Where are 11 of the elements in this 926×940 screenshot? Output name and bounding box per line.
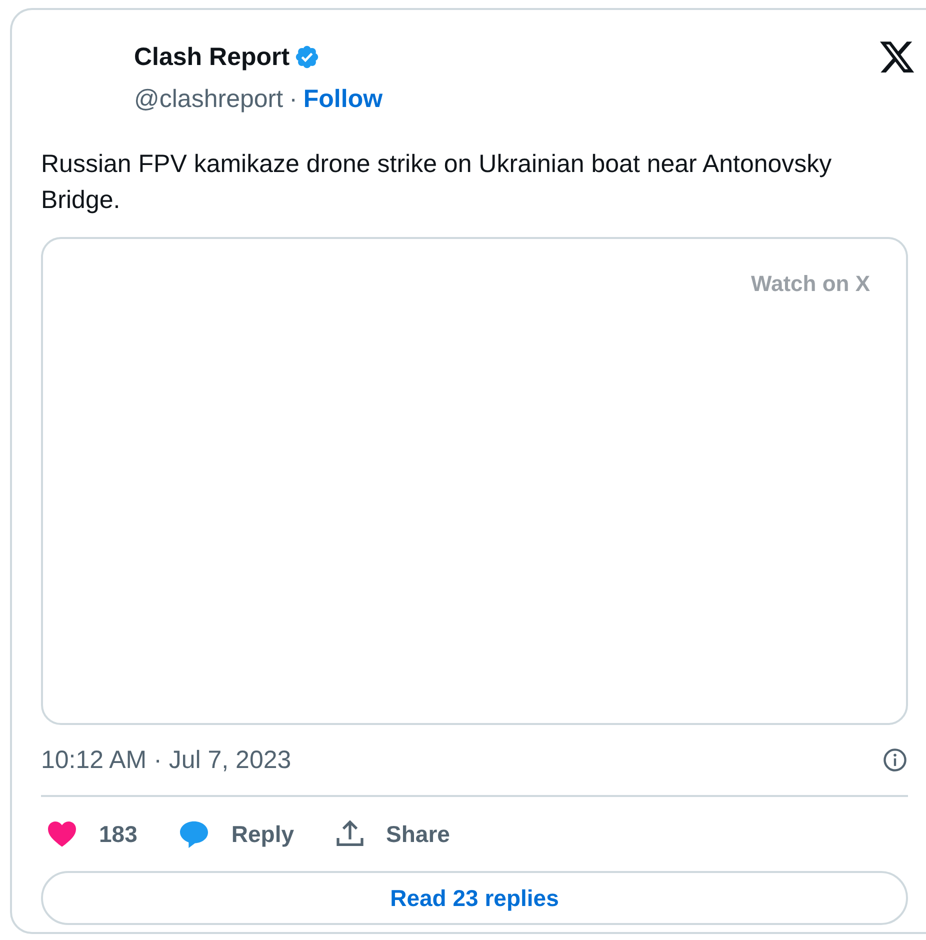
read-replies-button[interactable]: Read 23 replies <box>41 871 908 925</box>
separator: · <box>289 84 298 114</box>
timestamp[interactable]: 10:12 AM · Jul 7, 2023 <box>41 746 292 774</box>
author-name[interactable]: Clash Report <box>134 42 290 72</box>
action-button[interactable]: Reply <box>177 818 294 850</box>
post-text: Russian FPV kamikaze drone strike on Ukrainian boat near Antonovsky Bridge. <box>41 149 833 216</box>
action-button[interactable]: Share <box>334 818 450 850</box>
info-icon[interactable] <box>882 747 908 773</box>
action-button[interactable]: 183 <box>45 818 138 850</box>
author-handle[interactable]: @clashreport <box>134 84 284 114</box>
follow-link[interactable]: Follow <box>303 84 383 114</box>
